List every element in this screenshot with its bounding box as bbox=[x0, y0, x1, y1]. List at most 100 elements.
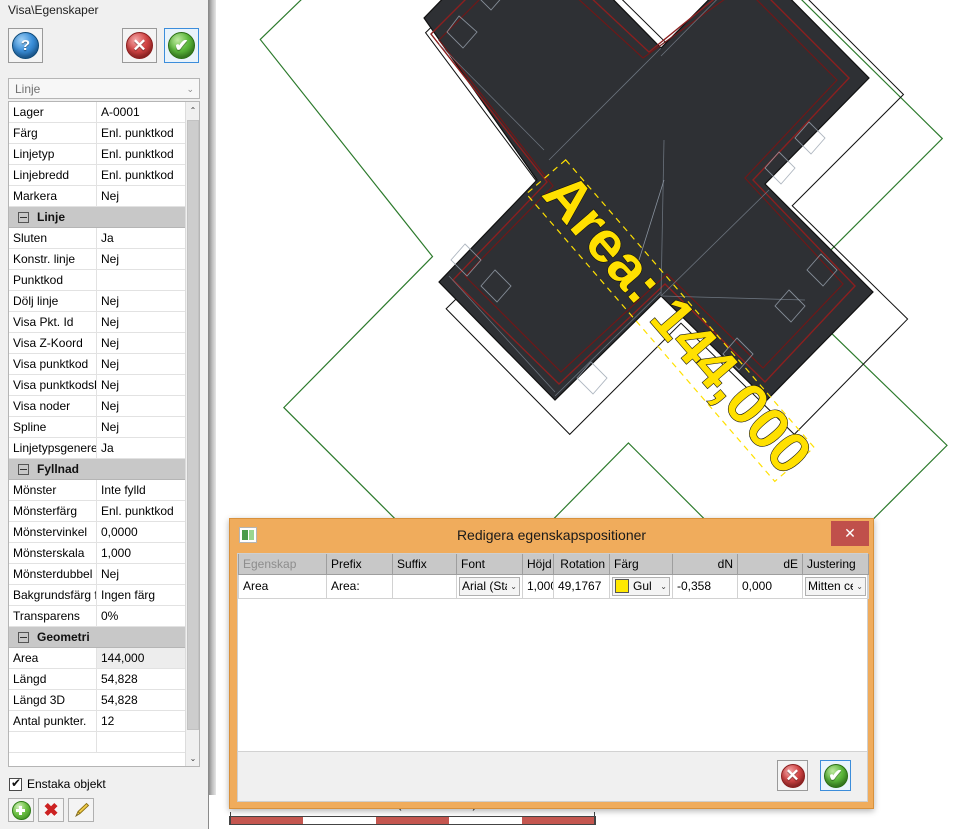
col-hojd[interactable]: Höjd bbox=[522, 554, 554, 575]
property-row[interactable] bbox=[9, 732, 186, 753]
col-de[interactable]: dE bbox=[737, 554, 803, 575]
cell-dn[interactable]: -0,358 bbox=[672, 573, 738, 599]
collapse-icon[interactable] bbox=[18, 211, 29, 223]
col-justering[interactable]: Justering bbox=[802, 554, 869, 575]
cell-hojd[interactable]: 1,000 bbox=[522, 573, 554, 599]
dialog-cancel-button[interactable]: ✕ bbox=[777, 760, 808, 791]
col-suffix[interactable]: Suffix bbox=[392, 554, 457, 575]
font-select[interactable]: Arial (Sta ⌄ bbox=[459, 576, 520, 596]
property-row[interactable]: Mönstervinkel 0,0000 bbox=[9, 522, 186, 543]
property-row[interactable]: Transparens 0% bbox=[9, 606, 186, 627]
property-row[interactable]: Mönsterskala 1,000 bbox=[9, 543, 186, 564]
property-row[interactable]: Visa Pkt. Id Nej bbox=[9, 312, 186, 333]
property-value[interactable]: Nej bbox=[97, 312, 186, 332]
scroll-down-icon[interactable]: ⌄ bbox=[186, 750, 199, 766]
property-value[interactable]: Inte fylld bbox=[97, 480, 186, 500]
cell-rotation[interactable]: 49,1767 bbox=[553, 573, 610, 599]
property-value[interactable] bbox=[97, 270, 186, 290]
property-row[interactable]: Längd 3D 54,828 bbox=[9, 690, 186, 711]
cell-suffix[interactable] bbox=[392, 573, 457, 599]
property-value[interactable]: 54,828 bbox=[97, 669, 186, 689]
property-value[interactable]: Nej bbox=[97, 396, 186, 416]
help-button[interactable]: ? bbox=[8, 28, 43, 63]
edit-button[interactable] bbox=[68, 798, 94, 822]
property-group-linje[interactable]: Linje bbox=[9, 207, 186, 228]
close-button[interactable]: ✕ bbox=[831, 521, 869, 546]
property-value[interactable]: 0,0000 bbox=[97, 522, 186, 542]
property-value[interactable]: Ingen färg bbox=[97, 585, 186, 605]
property-row[interactable]: Färg Enl. punktkod bbox=[9, 123, 186, 144]
dialog-ok-button[interactable]: ✔ bbox=[820, 760, 851, 791]
dialog-titlebar[interactable]: Redigera egenskapspositioner ✕ bbox=[230, 519, 873, 553]
property-value[interactable]: Nej bbox=[97, 354, 186, 374]
property-row[interactable]: Markera Nej bbox=[9, 186, 186, 207]
collapse-icon[interactable] bbox=[18, 631, 29, 643]
property-row[interactable]: Mönsterdubbel Nej bbox=[9, 564, 186, 585]
property-row[interactable]: Linjetypsgenerer Ja bbox=[9, 438, 186, 459]
property-row[interactable]: Antal punkter. 12 bbox=[9, 711, 186, 732]
property-value[interactable]: Nej bbox=[97, 291, 186, 311]
property-row[interactable]: Linjetyp Enl. punktkod bbox=[9, 144, 186, 165]
panel-ok-button[interactable]: ✔ bbox=[164, 28, 199, 63]
single-object-checkbox[interactable] bbox=[9, 776, 22, 791]
property-value[interactable]: Enl. punktkod bbox=[97, 123, 186, 143]
property-value[interactable]: Enl. punktkod bbox=[97, 501, 186, 521]
col-egenskap[interactable]: Egenskap bbox=[238, 554, 327, 575]
property-row[interactable]: Spline Nej bbox=[9, 417, 186, 438]
add-button[interactable] bbox=[8, 798, 34, 822]
property-value[interactable]: Enl. punktkod bbox=[97, 165, 186, 185]
property-grid-scrollbar[interactable]: ⌃ ⌄ bbox=[185, 102, 199, 766]
property-row[interactable]: Dölj linje Nej bbox=[9, 291, 186, 312]
property-row[interactable]: Mönster Inte fylld bbox=[9, 480, 186, 501]
property-row[interactable]: Mönsterfärg Enl. punktkod bbox=[9, 501, 186, 522]
property-row[interactable]: Area 144,000 bbox=[9, 648, 186, 669]
collapse-icon[interactable] bbox=[18, 463, 29, 475]
property-row[interactable]: Linjebredd Enl. punktkod bbox=[9, 165, 186, 186]
single-object-checkbox-row[interactable]: Enstaka objekt bbox=[9, 776, 106, 791]
col-prefix[interactable]: Prefix bbox=[326, 554, 393, 575]
property-row[interactable]: Visa punktkodsbeNej bbox=[9, 375, 186, 396]
property-row[interactable]: Visa Z-Koord Nej bbox=[9, 333, 186, 354]
cell-justering[interactable]: Mitten ce ⌄ bbox=[802, 573, 869, 599]
property-value[interactable] bbox=[97, 732, 186, 752]
property-row[interactable]: Bakgrundsfärg fö Ingen färg bbox=[9, 585, 186, 606]
property-value[interactable]: 12 bbox=[97, 711, 186, 731]
property-row[interactable]: Sluten Ja bbox=[9, 228, 186, 249]
property-value[interactable]: 54,828 bbox=[97, 690, 186, 710]
property-value[interactable]: Nej bbox=[97, 375, 186, 395]
property-row[interactable]: Punktkod bbox=[9, 270, 186, 291]
property-value[interactable]: Ja bbox=[97, 438, 186, 458]
property-group-fyllnad[interactable]: Fyllnad bbox=[9, 459, 186, 480]
col-rotation[interactable]: Rotation bbox=[553, 554, 610, 575]
property-value[interactable]: Nej bbox=[97, 249, 186, 269]
scrollbar-thumb[interactable] bbox=[187, 120, 199, 730]
cell-prefix[interactable]: Area: bbox=[326, 573, 393, 599]
col-font[interactable]: Font bbox=[456, 554, 523, 575]
property-value[interactable]: Ja bbox=[97, 228, 186, 248]
property-group-geometri[interactable]: Geometri bbox=[9, 627, 186, 648]
alignment-select[interactable]: Mitten ce ⌄ bbox=[805, 576, 866, 596]
table-row[interactable]: Area Area: Arial (Sta ⌄ 1,000 49,1767 bbox=[238, 573, 869, 599]
property-value[interactable]: 0% bbox=[97, 606, 186, 626]
property-row[interactable]: Visa punktkod Nej bbox=[9, 354, 186, 375]
object-type-select[interactable]: Linje ⌄ bbox=[8, 78, 200, 99]
property-value[interactable]: Enl. punktkod bbox=[97, 144, 186, 164]
delete-button[interactable]: ✖ bbox=[38, 798, 64, 822]
cell-font[interactable]: Arial (Sta ⌄ bbox=[456, 573, 523, 599]
property-value[interactable]: 144,000 bbox=[97, 648, 186, 668]
property-value[interactable]: Nej bbox=[97, 417, 186, 437]
property-value[interactable]: Nej bbox=[97, 186, 186, 206]
col-dn[interactable]: dN bbox=[672, 554, 738, 575]
scroll-up-icon[interactable]: ⌃ bbox=[186, 102, 199, 118]
property-value[interactable]: A-0001 bbox=[97, 102, 186, 122]
cell-farg[interactable]: Gul ⌄ bbox=[609, 573, 673, 599]
property-row[interactable]: Längd 54,828 bbox=[9, 669, 186, 690]
panel-cancel-button[interactable]: ✕ bbox=[122, 28, 157, 63]
property-row[interactable]: Konstr. linje Nej bbox=[9, 249, 186, 270]
property-value[interactable]: 1,000 bbox=[97, 543, 186, 563]
property-value[interactable]: Nej bbox=[97, 333, 186, 353]
property-row[interactable]: Lager A-0001 bbox=[9, 102, 186, 123]
property-value[interactable]: Nej bbox=[97, 564, 186, 584]
color-select[interactable]: Gul ⌄ bbox=[612, 576, 670, 596]
col-farg[interactable]: Färg bbox=[609, 554, 673, 575]
